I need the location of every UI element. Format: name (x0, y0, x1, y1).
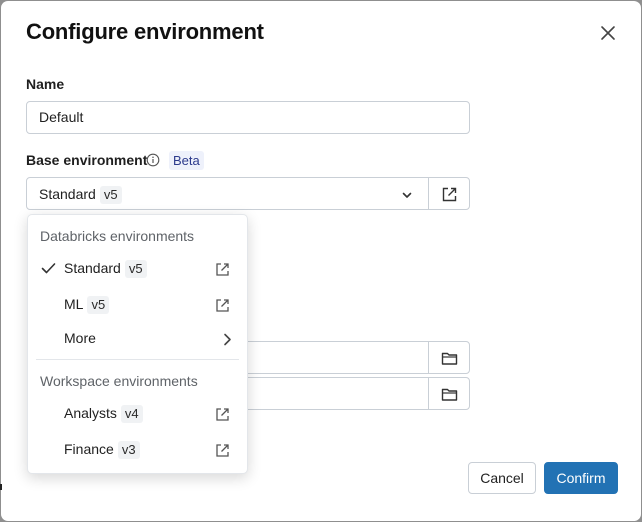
selected-environment-version: v5 (99, 186, 122, 204)
external-link-icon[interactable] (215, 443, 230, 458)
environment-dropdown-menu: Databricks environments Standard v5 ML v5 … (27, 214, 248, 474)
chevron-down-icon (402, 192, 412, 198)
base-environment-label: Base environment (26, 152, 148, 168)
external-link-icon[interactable] (215, 407, 230, 422)
external-link-icon (442, 187, 457, 202)
edge-marker (0, 484, 2, 490)
menu-item-version: v5 (87, 296, 110, 314)
menu-divider (36, 359, 239, 360)
menu-item-name: More (64, 330, 96, 346)
name-input[interactable]: Default (26, 101, 470, 134)
info-icon[interactable] (146, 153, 160, 167)
beta-badge: Beta (169, 151, 204, 170)
menu-item-name: Standard (64, 260, 121, 276)
folder-icon (441, 388, 458, 401)
menu-item-version: v5 (124, 260, 147, 278)
external-link-icon[interactable] (215, 262, 230, 277)
selected-environment: Standard v5 (39, 186, 122, 204)
external-link-icon[interactable] (215, 298, 230, 313)
databricks-environments-header: Databricks environments (40, 228, 195, 244)
checkmark-icon (41, 263, 56, 274)
menu-item-name: ML (64, 296, 84, 312)
name-input-value: Default (39, 109, 84, 125)
selected-environment-name: Standard (39, 186, 96, 202)
close-icon[interactable] (599, 24, 617, 42)
menu-item-ml[interactable]: ML v5 (29, 289, 246, 321)
configure-environment-dialog: Configure environment Name Default Base … (1, 1, 641, 521)
workspace-environments-header: Workspace environments (40, 373, 198, 389)
menu-item-version: v4 (120, 405, 143, 423)
base-environment-select[interactable]: Standard v5 (26, 177, 429, 210)
browse-folder-button-2[interactable] (428, 377, 470, 410)
menu-item-finance[interactable]: Finance v3 (29, 434, 246, 466)
menu-item-version: v3 (117, 441, 140, 459)
menu-item-more[interactable]: More (29, 323, 246, 355)
menu-item-name: Analysts (64, 405, 117, 421)
folder-icon (441, 352, 458, 365)
name-label: Name (26, 76, 65, 92)
dialog-title: Configure environment (26, 19, 264, 44)
path-input-1[interactable] (241, 341, 430, 374)
menu-item-standard[interactable]: Standard v5 (29, 253, 246, 285)
chevron-right-icon (224, 333, 231, 346)
menu-item-name: Finance (64, 441, 114, 457)
cancel-button[interactable]: Cancel (468, 462, 536, 494)
confirm-button[interactable]: Confirm (544, 462, 618, 494)
menu-item-analysts[interactable]: Analysts v4 (29, 398, 246, 430)
open-environment-button[interactable] (428, 177, 470, 210)
browse-folder-button-1[interactable] (428, 341, 470, 374)
path-input-2[interactable] (241, 377, 430, 410)
